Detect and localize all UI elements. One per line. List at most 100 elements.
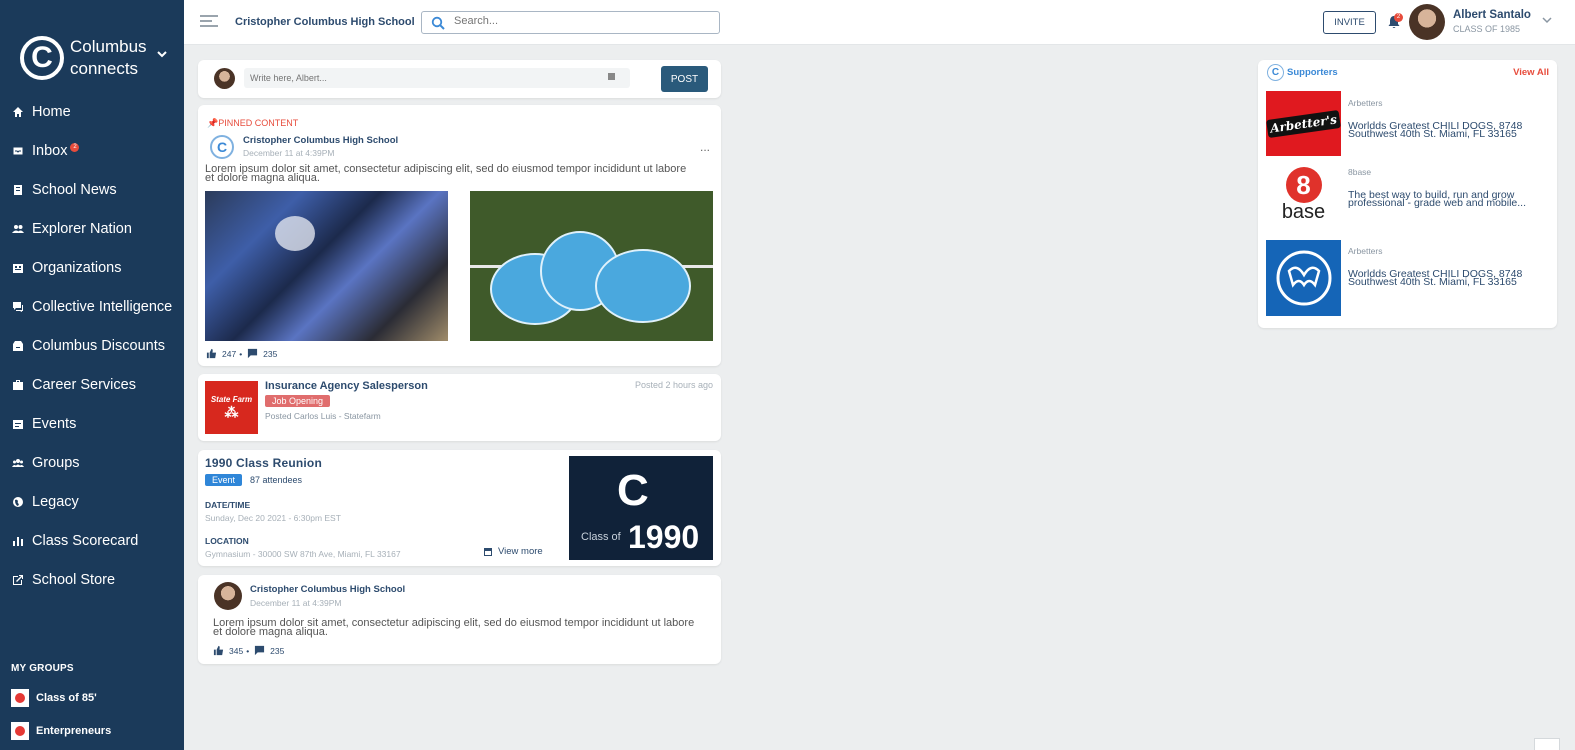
user-name[interactable]: Albert Santalo [1453, 9, 1531, 21]
arbetters-logo[interactable]: Arbetter's [1266, 91, 1341, 156]
sidebar-item-career-services[interactable]: Career Services [0, 365, 184, 404]
group-label: Class of 85' [36, 692, 97, 704]
invite-button[interactable]: INVITE [1323, 11, 1376, 34]
allstate-logo[interactable] [1266, 240, 1341, 316]
post-date: December 11 at 4:39PM [250, 598, 342, 608]
sidebar-item-columbus-discounts[interactable]: Columbus Discounts [0, 326, 184, 365]
group-item-class-of-85[interactable]: Class of 85' [11, 689, 97, 707]
8base-logo-digit: 8 [1285, 167, 1322, 203]
menu-toggle-icon[interactable] [200, 15, 218, 29]
post-body-line: et dolore magna aliqua. [205, 172, 320, 184]
brand-name: Columbus connects [70, 36, 147, 80]
sidebar-item-school-store[interactable]: School Store [0, 560, 184, 599]
supporter-description: The best way to build, run and grow prof… [1348, 190, 1527, 209]
sidebar-item-events[interactable]: Events [0, 404, 184, 443]
brand[interactable]: C Columbus connects [0, 0, 184, 92]
sidebar-item-school-news[interactable]: School News [0, 170, 184, 209]
brand-name-line2: connects [70, 59, 139, 78]
event-datetime-label: DATE/TIME [205, 500, 251, 510]
post-body: Lorem ipsum dolor sit amet, consectetur … [205, 164, 686, 184]
football-game-image[interactable] [205, 191, 448, 341]
sidebar-item-explorer-nation[interactable]: Explorer Nation [0, 209, 184, 248]
search-box[interactable] [421, 11, 720, 34]
people-icon [12, 223, 24, 235]
top-header: Cristopher Columbus High School INVITE 2… [184, 0, 1575, 45]
view-more-link[interactable]: View more [483, 546, 543, 557]
chevron-down-icon[interactable] [156, 47, 167, 61]
sidebar-item-collective-intelligence[interactable]: Collective Intelligence [0, 287, 184, 326]
footballs-in-net-image[interactable] [470, 191, 713, 341]
bar-chart-icon [12, 535, 24, 547]
group-item-enterpreneurs[interactable]: Enterpreneurs [11, 722, 111, 740]
brand-name-line1: Columbus [70, 37, 147, 56]
sidebar-item-label: Legacy [32, 493, 79, 510]
sidebar-item-label: Organizations [32, 259, 122, 276]
user-avatar[interactable] [1409, 4, 1445, 40]
scroll-to-top-button[interactable] [1534, 738, 1560, 750]
header-school-name[interactable]: Cristopher Columbus High School [235, 16, 415, 28]
sidebar-item-class-scorecard[interactable]: Class Scorecard [0, 521, 184, 560]
like-icon[interactable] [206, 348, 217, 359]
sidebar-item-legacy[interactable]: Legacy [0, 482, 184, 521]
sidebar-item-home[interactable]: Home [0, 92, 184, 131]
job-title[interactable]: Insurance Agency Salesperson [265, 380, 428, 392]
pinned-label: 📌PINNED CONTENT [207, 118, 298, 129]
event-datetime-value: Sunday, Dec 20 2021 - 6:30pm EST [205, 513, 341, 523]
sidebar-item-groups[interactable]: Groups [0, 443, 184, 482]
sidebar-item-label: Columbus Discounts [32, 337, 165, 354]
post-author[interactable]: Cristopher Columbus High School [243, 135, 398, 146]
post-options-button[interactable]: ... [700, 140, 710, 154]
view-all-link[interactable]: View All [1513, 67, 1549, 78]
class-of-1990-image[interactable]: C Class of 1990 [569, 456, 713, 560]
comment-count: 235 [270, 645, 285, 656]
notification-badge: 2 [1394, 13, 1403, 22]
post-button[interactable]: POST [661, 66, 708, 92]
composer-input[interactable] [244, 68, 630, 88]
sidebar-item-label: Career Services [32, 376, 136, 393]
sidebar-item-inbox[interactable]: Inbox 2 [0, 131, 184, 170]
comment-icon[interactable] [247, 348, 258, 359]
image-attach-icon[interactable] [608, 73, 615, 80]
comment-count: 235 [263, 348, 278, 359]
sidebar-item-label: Explorer Nation [32, 220, 132, 237]
state-farm-logo: State Farm ⁂ [205, 381, 258, 434]
image-class-of-text: Class of [581, 531, 621, 543]
brand-logo: C [20, 36, 64, 80]
sidebar-item-label: Groups [32, 454, 80, 471]
inbox-badge: 2 [70, 143, 80, 152]
search-icon [431, 16, 445, 30]
news-icon [12, 184, 24, 196]
job-posted-by: Posted Carlos Luis - Statefarm [265, 411, 381, 421]
school-logo: C [210, 135, 234, 159]
post-author[interactable]: Cristopher Columbus High School [250, 584, 405, 595]
sidebar-nav: Home Inbox 2 School News Explorer Nation… [0, 92, 184, 599]
supporter-name[interactable]: 8base [1348, 167, 1371, 177]
job-posted-time: Posted 2 hours ago [634, 380, 713, 390]
event-title[interactable]: 1990 Class Reunion [205, 456, 322, 470]
post-author-avatar[interactable] [214, 582, 242, 610]
job-opening-badge: Job Opening [265, 395, 331, 407]
chevron-down-icon[interactable] [1542, 15, 1552, 27]
job-post-card[interactable]: State Farm ⁂ Insurance Agency Salesperso… [198, 374, 721, 441]
comment-icon[interactable] [254, 645, 265, 656]
post-stats: 247 • 235 [206, 348, 277, 359]
supporter-name[interactable]: Arbetters [1348, 246, 1383, 256]
sidebar-item-organizations[interactable]: Organizations [0, 248, 184, 287]
my-groups-title: MY GROUPS [11, 663, 74, 674]
like-icon[interactable] [213, 645, 224, 656]
pinned-post-card: 📌PINNED CONTENT C Cristopher Columbus Hi… [198, 105, 721, 366]
like-count: 345 [229, 645, 244, 656]
calendar-icon [12, 418, 24, 430]
supporter-name[interactable]: Arbetters [1348, 98, 1383, 108]
sidebar-item-label: School Store [32, 571, 116, 588]
supporter-description-line: professional - grade web and mobile... [1348, 197, 1527, 209]
hands-logo-icon [1276, 250, 1331, 306]
store-icon [12, 340, 24, 352]
supporters-title: Supporters [1287, 67, 1338, 78]
school-c-logo: C [617, 466, 649, 515]
group-thumbnail [11, 722, 29, 740]
event-badge: Event [205, 474, 243, 486]
user-class: CLASS OF 1985 [1453, 24, 1521, 34]
8base-logo[interactable]: 8 base [1266, 163, 1341, 228]
search-input[interactable] [454, 15, 704, 27]
